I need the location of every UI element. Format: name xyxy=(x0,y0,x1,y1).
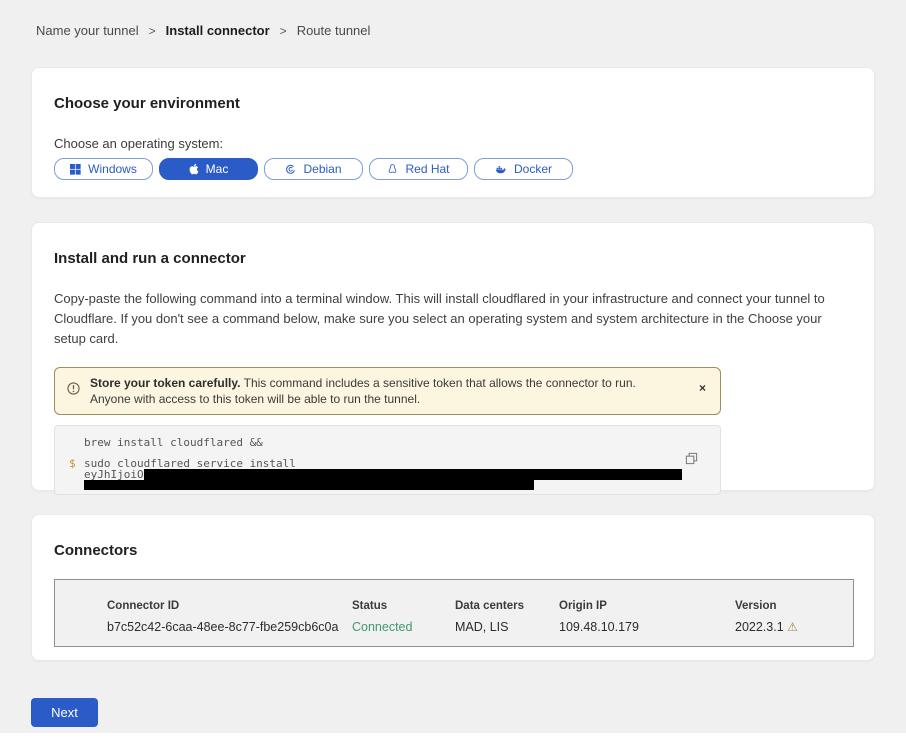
os-select-label: Choose an operating system: xyxy=(54,136,852,152)
col-origin-ip: Origin IP xyxy=(559,600,735,613)
col-version: Version xyxy=(735,600,853,613)
connectors-table-header: Connector ID Status Data centers Origin … xyxy=(107,600,853,613)
col-status: Status xyxy=(352,600,455,613)
breadcrumb-install-connector[interactable]: Install connector xyxy=(166,23,270,38)
os-button-label: Windows xyxy=(88,162,137,176)
breadcrumb-separator: > xyxy=(280,24,287,38)
status-badge: Connected xyxy=(352,620,455,634)
col-connector-id: Connector ID xyxy=(107,600,352,613)
page: Name your tunnel > Install connector > R… xyxy=(0,0,906,733)
origin-ip-value: 109.48.10.179 xyxy=(559,620,735,634)
os-button-docker[interactable]: Docker xyxy=(474,158,573,180)
redaction-bar xyxy=(84,480,534,490)
os-button-windows[interactable]: Windows xyxy=(54,158,153,180)
os-button-label: Red Hat xyxy=(405,162,449,176)
shell-prompt: $ xyxy=(69,458,84,469)
table-row: b7c52c42-6caa-48ee-8c77-fbe259cb6c0a Con… xyxy=(107,613,853,634)
col-data-centers: Data centers xyxy=(455,600,559,613)
token-prefix: eyJhIjoiO xyxy=(84,469,144,480)
os-button-label: Docker xyxy=(514,162,552,176)
redaction-bar xyxy=(144,469,682,480)
breadcrumb-route-tunnel[interactable]: Route tunnel xyxy=(297,23,371,38)
code-line-sudo: $ sudo cloudflared service install xyxy=(69,458,720,469)
connectors-title: Connectors xyxy=(54,543,852,559)
code-line-token: eyJhIjoiO xyxy=(84,469,720,480)
os-button-row: Windows Mac Debian Red Hat xyxy=(54,158,852,180)
install-connector-title: Install and run a connector xyxy=(54,251,852,267)
connector-id-value: b7c52c42-6caa-48ee-8c77-fbe259cb6c0a xyxy=(107,620,352,634)
close-icon[interactable]: × xyxy=(699,382,706,394)
breadcrumb-separator: > xyxy=(149,24,156,38)
os-button-redhat[interactable]: Red Hat xyxy=(369,158,468,180)
docker-whale-icon xyxy=(495,164,507,175)
os-button-label: Mac xyxy=(206,162,229,176)
data-centers-value: MAD, LIS xyxy=(455,620,559,634)
copy-icon[interactable] xyxy=(685,452,698,468)
windows-icon xyxy=(70,164,81,175)
os-button-label: Debian xyxy=(303,162,341,176)
breadcrumb-name-your-tunnel[interactable]: Name your tunnel xyxy=(36,23,139,38)
install-description: Copy-paste the following command into a … xyxy=(54,289,849,349)
install-command-code-block: brew install cloudflared && $ sudo cloud… xyxy=(54,425,721,495)
os-button-mac[interactable]: Mac xyxy=(159,158,258,180)
install-connector-card: Install and run a connector Copy-paste t… xyxy=(31,222,875,491)
os-button-debian[interactable]: Debian xyxy=(264,158,363,180)
token-warning-banner: Store your token carefully. This command… xyxy=(54,367,721,415)
alert-circle-icon xyxy=(67,382,80,400)
choose-environment-title: Choose your environment xyxy=(54,96,852,112)
next-button[interactable]: Next xyxy=(31,698,98,727)
choose-environment-card: Choose your environment Choose an operat… xyxy=(31,67,875,198)
code-line-brew: brew install cloudflared && xyxy=(84,437,720,448)
version-value: 2022.3.1 ⚠ xyxy=(735,620,853,634)
breadcrumb: Name your tunnel > Install connector > R… xyxy=(0,0,906,38)
connectors-table: Connector ID Status Data centers Origin … xyxy=(54,579,854,647)
tux-penguin-icon xyxy=(387,163,398,175)
token-warning-title: Store your token carefully. xyxy=(90,376,241,390)
token-warning-text: Store your token carefully. This command… xyxy=(90,375,675,407)
connectors-card: Connectors Connector ID Status Data cent… xyxy=(31,514,875,661)
warning-triangle-icon: ⚠ xyxy=(787,620,798,634)
debian-icon xyxy=(285,164,296,175)
version-number: 2022.3.1 xyxy=(735,620,784,634)
apple-icon xyxy=(189,163,199,175)
